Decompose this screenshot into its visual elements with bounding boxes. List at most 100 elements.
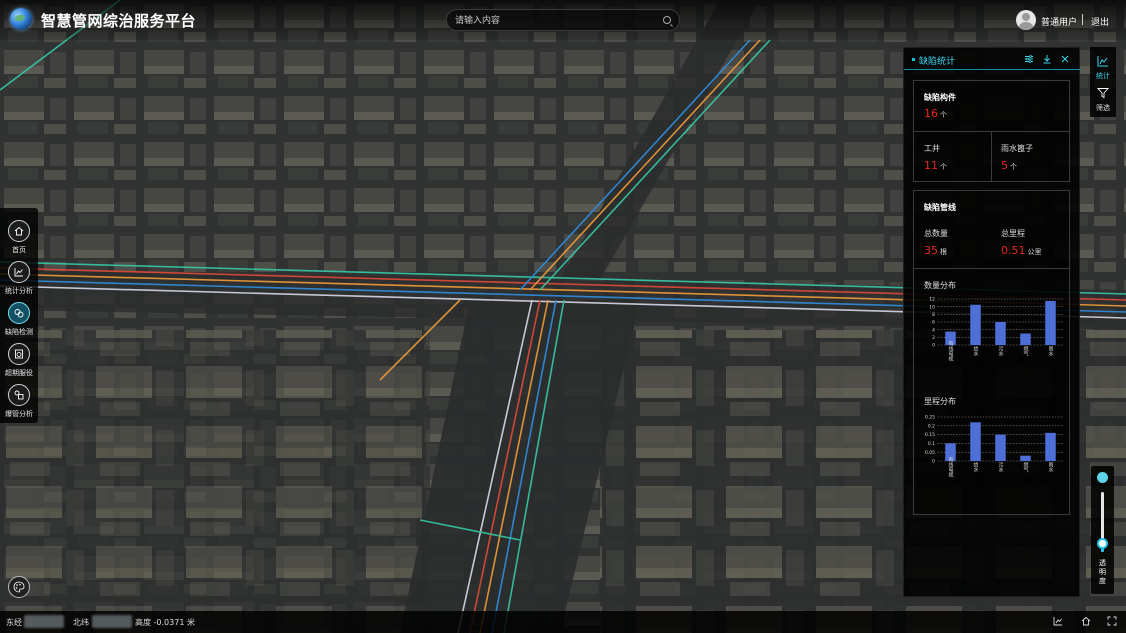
globe-logo-icon: [10, 8, 32, 30]
search-icon[interactable]: [663, 16, 671, 24]
y-tick-label: 0.25: [925, 415, 935, 421]
count-distribution-title: 数量分布: [924, 281, 956, 290]
transparency-label: 透明度: [1099, 559, 1106, 585]
y-tick-label: 0.1: [928, 441, 935, 447]
nav-item-statistics[interactable]: 统计分析: [0, 258, 38, 298]
x-tick-label: 雨水: [1048, 346, 1054, 356]
latitude-value-redacted: [92, 615, 132, 628]
height-readout: 高度 -0.0371 米: [135, 618, 195, 627]
toolbar-filter-label: 筛选: [1096, 104, 1110, 112]
x-tick-label: 燃气: [1023, 461, 1029, 472]
defect-components-total: 16 个: [924, 107, 947, 120]
nav-label-home: 首页: [12, 246, 26, 254]
top-header: 智慧管网综治服务平台 普通用户 退出: [0, 0, 1126, 40]
x-tick-label: 燃气: [1023, 345, 1029, 356]
toolbar-statistics-label: 统计: [1096, 72, 1110, 80]
app-title: 智慧管网综治服务平台: [41, 12, 197, 30]
search-input[interactable]: [455, 13, 655, 28]
y-tick-label: 0: [932, 343, 935, 349]
latitude-label: 北纬: [73, 618, 89, 627]
toolbar-filter[interactable]: 筛选: [1090, 81, 1116, 115]
bar: [1045, 432, 1056, 461]
chart-icon[interactable]: [1053, 616, 1063, 626]
settings-icon[interactable]: [1024, 54, 1034, 64]
rain-grate-value: 5个: [1001, 159, 1017, 172]
x-tick-label: 污水: [998, 345, 1004, 356]
palette-button[interactable]: [8, 576, 30, 598]
header-divider: [1082, 14, 1083, 25]
longitude-label: 东经: [6, 618, 22, 627]
transparency-slider-handle[interactable]: [1097, 537, 1108, 549]
y-tick-label: 6: [932, 320, 935, 326]
defect-pipes-card: 缺陷管线 总数量 35 根 总里程 0.51 公里 数量分布 0 2 4 6 8 10 12 有线…: [913, 190, 1070, 515]
bar: [1045, 300, 1056, 345]
nav-label-burst-analysis: 爆管分析: [5, 410, 33, 418]
chart-icon: [14, 268, 23, 277]
defect-components-title: 缺陷构件: [924, 93, 956, 102]
y-tick-label: 0: [932, 459, 935, 465]
nav-label-overdue: 超期服役: [5, 369, 33, 377]
close-icon[interactable]: [1060, 54, 1070, 64]
search-box[interactable]: [446, 9, 680, 31]
pipe-count-label: 总数量: [924, 229, 948, 238]
user-avatar[interactable]: [1016, 10, 1036, 30]
bar: [970, 422, 981, 461]
longitude-value-redacted: [24, 615, 64, 628]
toolbar-statistics[interactable]: 统计: [1090, 49, 1116, 83]
user-name[interactable]: 普通用户: [1041, 15, 1077, 28]
bar: [1020, 333, 1031, 345]
title-marker: [912, 58, 915, 61]
panel-title: 缺陷统计: [919, 57, 956, 67]
status-bar: 东经 北纬 高度 -0.0371 米: [0, 611, 1126, 633]
bar: [970, 304, 981, 345]
right-toolbar: 统计 筛选: [1090, 47, 1116, 117]
count-distribution-chart: 0 2 46 8 1012 有线电视 给水 污水 燃气 雨水: [929, 297, 1063, 362]
y-tick-label: 0.2: [928, 423, 935, 429]
nav-label-statistics: 统计分析: [5, 287, 33, 295]
defect-icon: [14, 309, 24, 318]
fullscreen-icon[interactable]: [1107, 616, 1117, 626]
filter-icon: [1097, 88, 1109, 99]
pipe-length-label: 总里程: [1001, 229, 1025, 238]
palette-icon: [13, 581, 25, 593]
panel-header: 缺陷统计: [904, 48, 1081, 70]
well-label: 工井: [924, 144, 940, 153]
well-value: 11 个: [924, 159, 947, 172]
x-tick-label: 给水: [973, 461, 979, 472]
logout-button[interactable]: 退出: [1091, 15, 1109, 28]
home-icon[interactable]: [1081, 616, 1091, 626]
x-tick-label: 给水: [973, 345, 979, 356]
x-tick-label: 雨水: [1048, 462, 1054, 472]
defect-components-card: 缺陷构件 16 个 工井 11 个 雨水篦子 5个: [913, 80, 1070, 182]
burst-icon: [14, 390, 24, 400]
bar: [995, 434, 1006, 461]
bar-chart-icon: [1097, 56, 1108, 67]
y-tick-label: 2: [932, 335, 935, 341]
pipe-length-value: 0.51 公里: [1001, 244, 1042, 257]
x-tick-label: 污水: [998, 461, 1004, 472]
left-nav: 首页 统计分析 缺陷检测 超期服役 爆管分析: [0, 208, 38, 423]
y-tick-label: 12: [929, 297, 935, 303]
defect-statistics-panel: 缺陷统计 缺陷构件 16 个 工井 11 个 雨水篦子 5个 缺陷管线 总数量 35…: [903, 47, 1081, 597]
nav-item-home[interactable]: 首页: [0, 217, 38, 257]
download-icon[interactable]: [1042, 54, 1052, 64]
y-tick-label: 10: [929, 304, 935, 310]
y-tick-label: 4: [932, 327, 935, 333]
bar: [995, 322, 1006, 345]
y-tick-label: 0.15: [925, 432, 935, 438]
nav-item-defect-detection[interactable]: 缺陷检测: [0, 299, 38, 339]
pipe-count-value: 35 根: [924, 244, 947, 257]
y-tick-label: 8: [932, 312, 935, 318]
rain-grate-label: 雨水篦子: [1001, 144, 1033, 153]
nav-item-burst-analysis[interactable]: 爆管分析: [0, 381, 38, 421]
overdue-icon: [15, 349, 23, 359]
nav-item-overdue[interactable]: 超期服役: [0, 340, 38, 380]
x-tick-label: 有线电视: [948, 340, 954, 362]
defect-pipes-title: 缺陷管线: [924, 203, 956, 212]
length-distribution-title: 里程分布: [924, 397, 956, 406]
x-tick-label: 有线电视: [948, 456, 954, 478]
nav-label-defect-detection: 缺陷检测: [5, 328, 33, 336]
transparency-slider-panel: 透明度: [1091, 466, 1114, 594]
y-tick-label: 0.05: [925, 450, 935, 456]
bar: [1020, 455, 1031, 461]
